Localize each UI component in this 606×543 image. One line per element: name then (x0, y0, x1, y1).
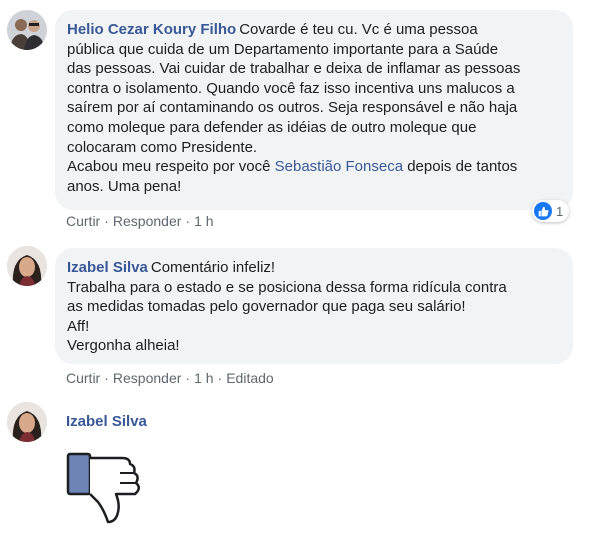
comment-author[interactable]: Helio Cezar Koury Filho (67, 21, 236, 38)
edited-label[interactable]: Editado (226, 370, 273, 386)
comment-text: Covarde é teu cu. Vc é uma pessoa (239, 21, 478, 38)
comment-text: Aff! (67, 317, 90, 335)
like-button[interactable]: Curtir (66, 370, 100, 386)
separator: · (104, 370, 109, 386)
like-icon (534, 202, 552, 220)
comment-bubble: Helio Cezar Koury Filho Covarde é teu cu.… (55, 10, 573, 210)
avatar[interactable] (7, 402, 47, 442)
comment-text: as medidas tomadas pelo governador que p… (67, 298, 466, 316)
comment-text: Vergonha alheia! (67, 337, 180, 355)
separator: · (185, 213, 191, 229)
separator: · (217, 370, 223, 386)
reply-button[interactable]: Responder (113, 370, 182, 386)
comment-text: Trabalha para o estado e se posiciona de… (67, 278, 507, 296)
comment-text: depois de tantos (403, 158, 518, 176)
comment-text: das pessoas. Vai cuidar de trabalhar e d… (67, 60, 521, 78)
timestamp[interactable]: 1 h (194, 370, 213, 386)
user-mention[interactable]: Sebastião Fonseca (275, 158, 403, 175)
comment-actions: Curtir · Responder · 1 h (66, 213, 214, 229)
avatar[interactable] (7, 10, 47, 50)
comment-author[interactable]: Izabel Silva (67, 259, 148, 276)
reaction-badge[interactable]: 1 (532, 200, 570, 222)
comment-text: anos. Uma pena! (67, 177, 182, 195)
comment-text: Comentário infeliz! (150, 259, 276, 276)
comment-text: contra o isolamento. Quando você faz iss… (67, 79, 515, 97)
like-button[interactable]: Curtir (66, 213, 100, 229)
thumbs-down-icon (64, 450, 144, 530)
comment-actions: Curtir · Responder · 1 h · Editado (66, 370, 274, 386)
separator: · (185, 370, 191, 386)
comment-text: pública que cuida de um Departamento imp… (67, 40, 499, 58)
separator: · (104, 213, 109, 229)
avatar[interactable] (7, 246, 47, 286)
comment-text: colocaram como Presidente. (67, 138, 258, 156)
comment-bubble: Izabel Silva Comentário infeliz! Trabalha… (55, 248, 573, 364)
comment-text: como moleque para defender as idéias de … (67, 118, 477, 136)
comment-author[interactable]: Izabel Silva (66, 413, 147, 430)
comment-text: Acabou meu respeito por você (67, 158, 275, 176)
comment-text: saírem por aí contaminando os outros. Se… (67, 99, 518, 117)
reaction-count: 1 (556, 203, 564, 219)
reply-button[interactable]: Responder (113, 213, 182, 229)
timestamp[interactable]: 1 h (194, 213, 213, 229)
